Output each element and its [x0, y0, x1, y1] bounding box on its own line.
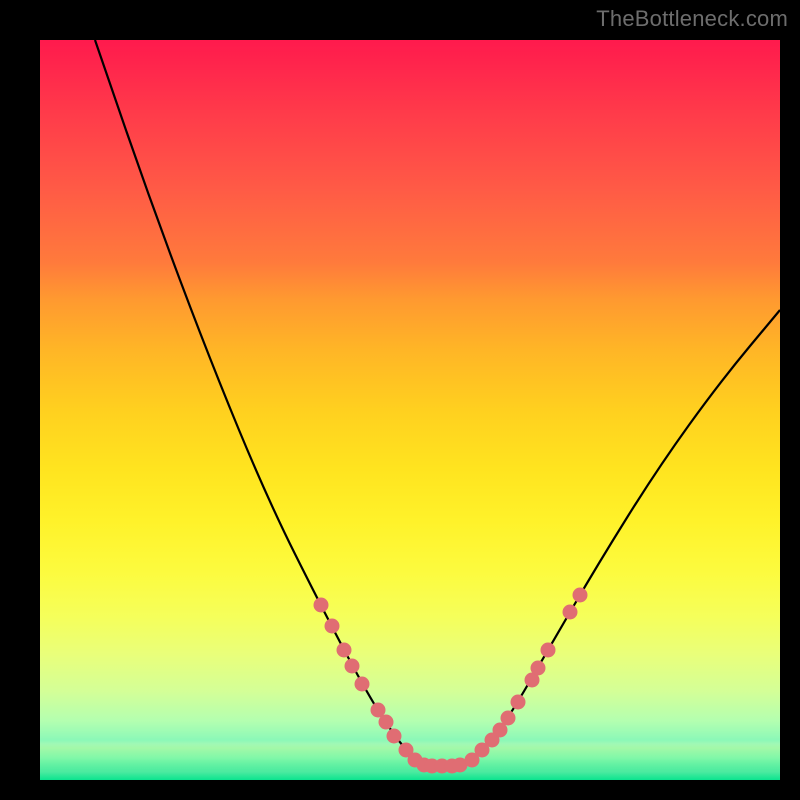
curve-marker [355, 677, 370, 692]
curve-marker [563, 605, 578, 620]
plot-area [40, 40, 780, 780]
chart-frame: TheBottleneck.com [0, 0, 800, 800]
bottleneck-curve [95, 40, 780, 766]
curve-marker [511, 695, 526, 710]
curve-marker [531, 661, 546, 676]
curve-marker [345, 659, 360, 674]
curve-marker [387, 729, 402, 744]
watermark-label: TheBottleneck.com [596, 6, 788, 32]
curve-layer [40, 40, 780, 780]
curve-marker [379, 715, 394, 730]
curve-marker [573, 588, 588, 603]
curve-marker [501, 711, 516, 726]
curve-marker [541, 643, 556, 658]
curve-marker [314, 598, 329, 613]
curve-marker [325, 619, 340, 634]
curve-marker [337, 643, 352, 658]
curve-markers [314, 588, 588, 774]
